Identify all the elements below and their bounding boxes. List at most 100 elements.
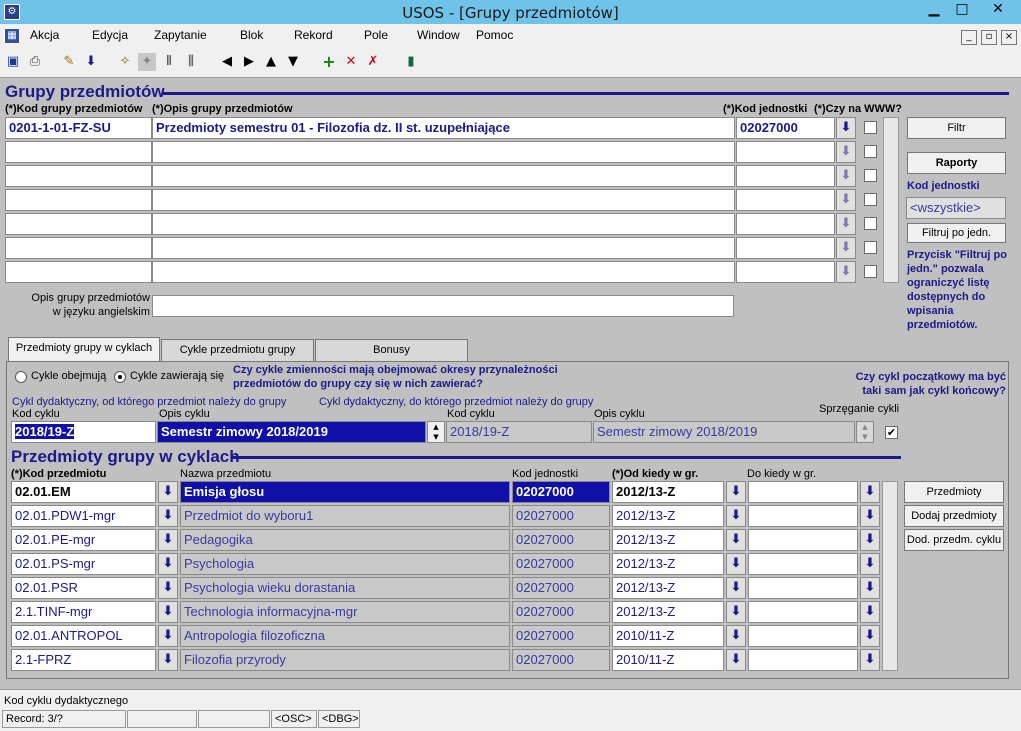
query-icon[interactable]: ✧ [116, 53, 134, 71]
to-lov-button[interactable]: ⬇ [860, 553, 880, 575]
to-cycle-code-field[interactable]: 2018/19-Z [446, 421, 592, 443]
subject-to-field[interactable] [748, 505, 858, 527]
add-icon[interactable]: + [320, 53, 338, 71]
to-lov-button[interactable]: ⬇ [860, 505, 880, 527]
from-cycle-code-field[interactable]: 2018/19-Z [11, 421, 156, 443]
subject-lov-button[interactable]: ⬇ [158, 601, 178, 623]
subject-code-field[interactable]: 02.01.EM [11, 481, 156, 503]
minimize-button[interactable]: ▁ [922, 0, 946, 20]
subject-lov-button[interactable]: ⬇ [158, 529, 178, 551]
subject-unit-field[interactable]: 02027000 [512, 649, 610, 671]
subject-name-field[interactable]: Antropologia filozoficzna [180, 625, 510, 647]
subject-from-field[interactable]: 2012/13-Z [612, 505, 724, 527]
subject-unit-field[interactable]: 02027000 [512, 505, 610, 527]
down-icon[interactable]: ▼ [284, 53, 302, 71]
to-lov-button[interactable]: ⬇ [860, 601, 880, 623]
subject-from-field[interactable]: 2012/13-Z [612, 481, 724, 503]
unit-lov-button[interactable]: ⬇ [836, 261, 856, 283]
tab-bonusy[interactable]: Bonusy [315, 339, 468, 361]
group-unit-field[interactable] [736, 165, 835, 187]
mdi-close-button[interactable]: × [1001, 30, 1017, 45]
subject-from-field[interactable]: 2010/11-Z [612, 625, 724, 647]
subject-unit-field[interactable]: 02027000 [512, 601, 610, 623]
group-code-field[interactable]: 0201-1-01-FZ-SU [5, 117, 152, 139]
unit-lov-button[interactable]: ⬇ [836, 189, 856, 211]
group-code-field[interactable] [5, 237, 152, 259]
subject-from-field[interactable]: 2012/13-Z [612, 529, 724, 551]
to-lov-button[interactable]: ⬇ [860, 481, 880, 503]
subject-name-field[interactable]: Psychologia [180, 553, 510, 575]
to-lov-button[interactable]: ⬇ [860, 649, 880, 671]
filter-button[interactable]: Filtr [907, 117, 1006, 139]
subject-name-field[interactable]: Psychologia wieku dorastania [180, 577, 510, 599]
group-code-field[interactable] [5, 141, 152, 163]
subject-to-field[interactable] [748, 577, 858, 599]
link-cycles-checkbox[interactable]: ✔ [885, 426, 898, 439]
radio-cycles-contained[interactable] [114, 371, 126, 383]
subject-code-field[interactable]: 02.01.PSR [11, 577, 156, 599]
subject-from-field[interactable]: 2012/13-Z [612, 577, 724, 599]
bar1-icon[interactable]: ⫴ [160, 53, 178, 71]
subject-to-field[interactable] [748, 529, 858, 551]
save-icon[interactable]: ▣ [4, 53, 22, 71]
subject-unit-field[interactable]: 02027000 [512, 481, 610, 503]
group-code-field[interactable] [5, 261, 152, 283]
subject-lov-button[interactable]: ⬇ [158, 505, 178, 527]
subject-code-field[interactable]: 02.01.PS-mgr [11, 553, 156, 575]
subject-name-field[interactable]: Filozofia przyrody [180, 649, 510, 671]
subject-unit-field[interactable]: 02027000 [512, 625, 610, 647]
from-lov-button[interactable]: ⬇ [726, 625, 746, 647]
subject-unit-field[interactable]: 02027000 [512, 577, 610, 599]
subject-code-field[interactable]: 2.1-FPRZ [11, 649, 156, 671]
menu-akcja[interactable]: Akcja [30, 28, 59, 42]
subject-name-field[interactable]: Emisja głosu [180, 481, 510, 503]
www-checkbox[interactable] [864, 145, 877, 158]
group-desc-field[interactable] [152, 237, 735, 259]
subject-lov-button[interactable]: ⬇ [158, 625, 178, 647]
close-button[interactable]: ✕ [978, 0, 1018, 20]
to-lov-button[interactable]: ⬇ [860, 577, 880, 599]
subject-lov-button[interactable]: ⬇ [158, 577, 178, 599]
delete-icon[interactable]: ✕ [342, 53, 360, 71]
group-desc-field[interactable]: Przedmioty semestru 01 - Filozofia dz. I… [152, 117, 735, 139]
group-unit-field[interactable] [736, 237, 835, 259]
query2-icon[interactable]: ✦ [138, 53, 156, 71]
print-icon[interactable]: ⎙ [26, 53, 44, 71]
tab-przedmioty-grupy[interactable]: Przedmioty grupy w cyklach [8, 337, 160, 361]
next-icon[interactable]: ▶ [240, 53, 258, 71]
subject-code-field[interactable]: 2.1.TINF-mgr [11, 601, 156, 623]
exit-icon[interactable]: ▮ [402, 53, 420, 71]
subject-to-field[interactable] [748, 625, 858, 647]
prev-icon[interactable]: ◀ [218, 53, 236, 71]
group-unit-field[interactable]: 02027000 [736, 117, 835, 139]
subject-unit-field[interactable]: 02027000 [512, 529, 610, 551]
from-lov-button[interactable]: ⬇ [726, 553, 746, 575]
group-desc-field[interactable] [152, 189, 735, 211]
subject-name-field[interactable]: Przedmiot do wyboru1 [180, 505, 510, 527]
www-checkbox[interactable] [864, 193, 877, 206]
to-lov-button[interactable]: ⬇ [860, 625, 880, 647]
unit-lov-button[interactable]: ⬇ [836, 165, 856, 187]
group-desc-field[interactable] [152, 213, 735, 235]
subject-unit-field[interactable]: 02027000 [512, 553, 610, 575]
menu-edycja[interactable]: Edycja [92, 28, 128, 42]
maximize-button[interactable]: □ [950, 0, 974, 20]
from-lov-button[interactable]: ⬇ [726, 577, 746, 599]
reports-button[interactable]: Raporty [907, 152, 1006, 174]
clear-icon[interactable]: ✗ [364, 53, 382, 71]
www-checkbox[interactable] [864, 265, 877, 278]
group-desc-field[interactable] [152, 141, 735, 163]
bar2-icon[interactable]: ⫼ [182, 53, 200, 71]
subject-lov-button[interactable]: ⬇ [158, 649, 178, 671]
menu-window[interactable]: Window [417, 28, 460, 42]
group-unit-field[interactable] [736, 213, 835, 235]
mdi-minimize-button[interactable]: _ [961, 30, 977, 45]
unit-lov-button[interactable]: ⬇ [836, 213, 856, 235]
subject-name-field[interactable]: Pedagogika [180, 529, 510, 551]
unit-lov-button[interactable]: ⬇ [836, 117, 856, 139]
radio-cycles-include[interactable] [15, 371, 27, 383]
subject-lov-button[interactable]: ⬇ [158, 553, 178, 575]
tab-cykle-przedmiotu[interactable]: Cykle przedmiotu grupy [161, 339, 314, 361]
group-desc-field[interactable] [152, 165, 735, 187]
group-code-field[interactable] [5, 213, 152, 235]
